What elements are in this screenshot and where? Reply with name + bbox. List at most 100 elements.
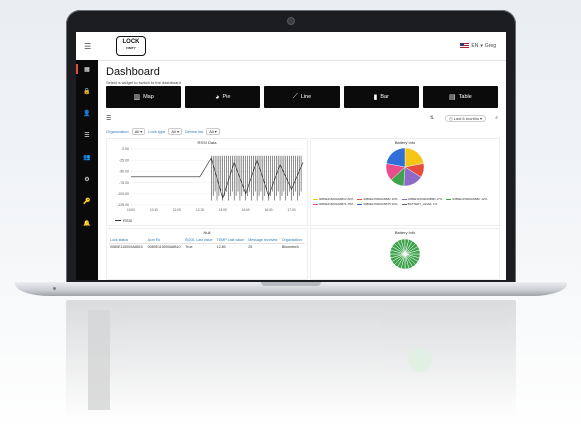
chevron-down-icon: ▾ [480,43,483,49]
map-icon: ▥ [133,94,141,101]
laptop-bezel: ☰ LOCK FINITY EN ▾ Greg ▦ 🔒 👤 ☰ 👥 ⚙ 🔑 🔔 Dashboa… [66,10,516,286]
power-led [53,287,56,290]
page-title: Dashboard [106,66,160,78]
filter-label: Organization [106,128,129,134]
user-icon[interactable]: 👤 [83,110,91,118]
hamburger-menu-icon[interactable]: ☰ [84,42,91,51]
y-tick-label: -100.00 [117,192,129,196]
language-user-menu[interactable]: EN ▾ Greg [460,43,496,49]
pie-legend-item[interactable]: 0080E115000A6B8C 12% [446,197,487,202]
filter-select[interactable]: All ▾ [206,127,220,135]
battery-pie-panel: Battery Info 0080E115000A6B10 22% 0080E11… [310,138,500,226]
table-cell: 0080E115000A6B10 [147,245,181,249]
list-icon[interactable]: ☰ [83,132,91,140]
table-cell: Bloomtech [281,245,299,249]
laptop-base [15,282,567,296]
top-bar: ☰ LOCK FINITY EN ▾ Greg [76,32,506,61]
date-range-label: Last 6 months [453,116,479,121]
legend-label: 0080E115000A6B74 15% [319,202,354,206]
legend-swatch [357,198,363,201]
table-cell: 0080E115000A6B10 [110,245,143,249]
search-icon[interactable]: ⌕ [495,115,498,121]
logo-sub-text: FINITY [126,46,136,50]
sidebar: ▦ 🔒 👤 ☰ 👥 ⚙ 🔑 🔔 [76,60,98,280]
widget-label: Pie [222,94,231,100]
x-tick-label: 10:10 [150,208,158,212]
filter-toggle-icon[interactable]: ☰ [106,115,111,122]
status-table-panel: Null Lock status Acm Ek BOOL Last value TEM… [106,228,308,280]
x-tick-label: 10:00 [127,208,135,212]
pie-slice[interactable] [386,147,406,168]
widget-bar: ▥ Map ◕ Pie ⟋ Line ▮ Bar ▤ Table [106,86,499,108]
active-indicator [76,64,78,74]
x-tick-label: 11:05 [173,208,181,212]
y-tick-label: -50.00 [119,170,129,174]
filter-select[interactable]: All ▾ [168,127,182,135]
battery-sunburst-chart [389,238,421,270]
laptop-screen: ☰ LOCK FINITY EN ▾ Greg ▦ 🔒 👤 ☰ 👥 ⚙ 🔑 🔔 Dashboa… [76,32,506,280]
legend-swatch [446,198,452,201]
bar-chart-icon: ▮ [373,94,378,101]
table-row[interactable]: 0080E115000A6B10 0080E115000A6B10 True 12.8… [109,244,305,251]
key-icon[interactable]: 🔑 [83,198,91,206]
filter-bar: Organization All ▾ Lock type All ▾ Device li… [106,127,306,135]
chart-legend: RSSI [115,218,132,223]
clock-icon: ◷ [449,116,453,121]
pie-legend-item[interactable]: 0080E115000A6B75 22% [357,202,398,207]
widget-bar-button[interactable]: ▮ Bar [343,86,419,108]
group-icon[interactable]: 👥 [83,154,91,162]
y-tick-label: -125.00 [117,203,129,207]
us-flag-icon [460,43,470,49]
x-tick-label: 13:05 [219,208,227,212]
table-cell: True [185,245,193,249]
lock-icon[interactable]: 🔒 [83,88,91,96]
widget-label: Line [300,94,312,100]
main-content: Dashboard Select a widget to switch to t… [102,60,502,280]
legend-swatch [313,198,318,201]
legend-swatch [357,203,363,206]
widget-line-button[interactable]: ⟋ Line [264,86,340,108]
filter-select[interactable]: All ▾ [131,127,146,135]
rssi-chart-panel: RSSI Data 0.00 -25.00 -50.00 -75.00 -100.00-… [106,138,308,226]
pie-legend-item[interactable]: BATTERY_LEVEL 1% [401,202,437,207]
webcam [287,17,295,25]
reflection-sidebar [88,310,110,410]
widget-table-button[interactable]: ▤ Table [422,86,499,108]
legend-swatch [401,203,407,206]
settings-icon[interactable]: ⚙ [83,176,91,184]
x-tick-label: 16:00 [242,208,250,212]
battery-pie-chart [385,147,425,187]
reflection-pie [408,348,432,372]
refresh-icon[interactable]: ⇅ [430,115,434,121]
pie-icon: ◕ [215,93,220,101]
rssi-line-chart: 0.00 -25.00 -50.00 -75.00 -100.00 -125.0010:0… [117,147,304,212]
page-subtitle: Select a widget to switch to the dashboa… [106,80,181,85]
screen-reflection [66,300,516,420]
filter-label: Lock type [148,128,166,134]
table-cell: 25 [248,245,253,249]
sunburst-title: Battery Info [394,230,416,235]
dashboard-icon[interactable]: ▦ [83,66,91,74]
battery-sunburst-panel: Battery Info [310,228,500,280]
x-tick-label: 17:00 [288,208,296,212]
bell-icon[interactable]: 🔔 [83,220,91,228]
app-logo[interactable]: LOCK FINITY [116,36,146,56]
widget-label: Map [143,94,154,100]
laptop-notch [261,282,321,286]
status-table: Lock status Acm Ek BOOL Last value TEMP Las… [109,237,305,250]
y-tick-label: -25.00 [119,158,129,162]
date-range-select[interactable]: ◷ Last 6 months ▾ [445,115,486,122]
pie-legend-item[interactable]: 0080E115000A6B74 15% [313,202,353,207]
logo-main-text: LOCK [122,39,140,45]
x-tick-label: 16:30 [265,208,273,212]
widget-pie-button[interactable]: ◕ Pie [185,86,261,108]
line-chart-icon: ⟋ [292,93,298,100]
x-tick-label: 12:15 [196,208,204,212]
toolbar: ☰ ⇅ ◷ Last 6 months ▾ ⌕ [106,115,498,123]
widget-map-button[interactable]: ▥ Map [106,86,182,108]
table-body: 0080E115000A6B10 0080E115000A6B10 True 12.8… [109,244,305,251]
y-tick-label: 0.00 [122,147,129,151]
widget-label: Bar [380,94,389,100]
pie-legend: 0080E115000A6B10 22% 0080E115000A6B81 12%… [313,197,497,207]
y-tick-label: -75.00 [119,181,129,185]
